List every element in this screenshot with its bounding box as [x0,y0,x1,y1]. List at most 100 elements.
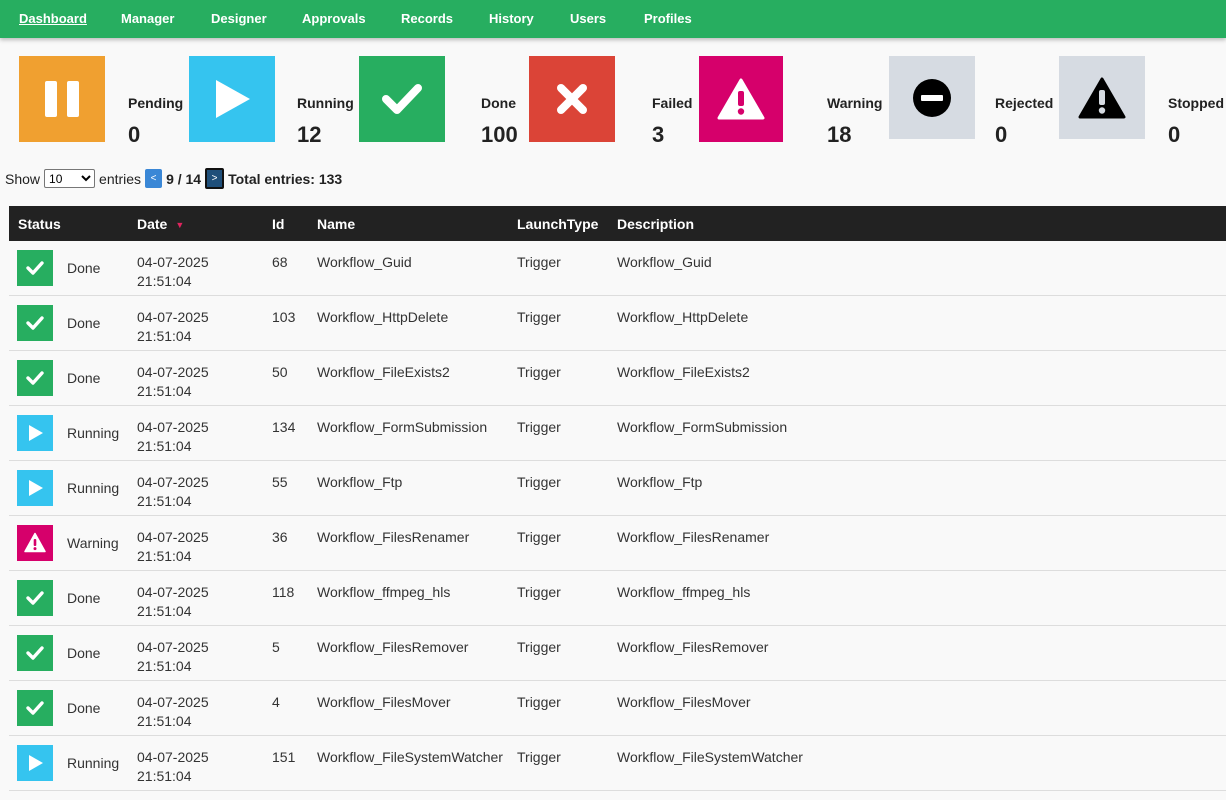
status-text: Done [67,315,101,331]
name-cell[interactable]: Workflow_FileExists2 [317,351,517,406]
nav-approvals[interactable]: Approvals [302,11,366,26]
table-row[interactable]: Done 04-07-2025 21:51:04 5 Workflow_File… [9,626,1226,681]
nav-history[interactable]: History [489,11,534,26]
name-cell[interactable]: Workflow_FormSubmission [317,406,517,461]
table-row[interactable]: Done 04-07-2025 21:51:04 118 Workflow_ff… [9,571,1226,626]
description-cell: Workflow_Ftp [617,474,703,490]
description-cell: Workflow_FormSubmission [617,419,788,435]
status-text: Done [67,590,101,606]
date-cell: 04-07-2025 21:51:04 [137,296,272,351]
nav-manager[interactable]: Manager [121,11,174,26]
date-cell: 04-07-2025 21:51:04 [137,241,272,296]
table-row[interactable]: Done 04-07-2025 21:51:04 103 Workflow_Ht… [9,296,1226,351]
done-card-icon[interactable] [359,56,445,142]
launchtype-cell: Trigger [517,749,561,765]
pause-icon [45,81,79,117]
status-wrapper: Done [9,626,137,680]
id-cell: 103 [272,309,296,325]
status-wrapper: Running [9,736,137,790]
table-row[interactable]: Running 04-07-2025 21:51:04 55 Workflow_… [9,461,1226,516]
nav-dashboard[interactable]: Dashboard [19,11,87,26]
nav-records[interactable]: Records [401,11,453,26]
date-value: 04-07-2025 [137,474,209,490]
alert-triangle-icon [1078,77,1126,118]
date-cell: 04-07-2025 21:51:04 [137,571,272,626]
check-icon [26,591,44,605]
failed-card-icon[interactable] [529,56,615,142]
next-page-button[interactable]: > [205,168,225,189]
name-cell[interactable]: Workflow_Guid [317,241,517,296]
description-cell: Workflow_FilesRemover [617,639,769,655]
status-wrapper: Done [9,241,137,295]
stopped-label: Stopped [1168,95,1224,111]
date-value: 04-07-2025 [137,749,209,765]
header-status[interactable]: Status [9,206,137,241]
status-text: Running [67,755,120,771]
header-name[interactable]: Name [317,206,517,241]
nav-designer[interactable]: Designer [211,11,267,26]
name-cell[interactable]: Workflow_FilesRemover [317,626,517,681]
nav-profiles[interactable]: Profiles [644,11,692,26]
description-cell: Workflow_FileSystemWatcher [617,749,803,765]
date-cell: 04-07-2025 21:51:04 [137,516,272,571]
check-icon [26,701,44,715]
header-date[interactable]: Date ▼ [137,206,272,241]
status-wrapper: Running [9,461,137,515]
table-row[interactable]: Done 04-07-2025 21:51:04 68 Workflow_Gui… [9,241,1226,296]
description-cell: Workflow_FilesRenamer [617,529,770,545]
time-value: 21:51:04 [137,713,192,729]
name-cell[interactable]: Workflow_FilesRenamer [317,516,517,571]
id-cell: 134 [272,419,296,435]
header-description[interactable]: Description [617,206,1226,241]
table-row[interactable]: Done 04-07-2025 21:51:04 50 Workflow_Fil… [9,351,1226,406]
id-cell: 55 [272,474,288,490]
workflow-table: Status Date ▼ Id Name LaunchType Descript… [9,206,1226,791]
status-icon-box [17,525,53,561]
status-text: Done [67,370,101,386]
status-text: Done [67,645,101,661]
header-id[interactable]: Id [272,206,317,241]
status-cell: Done [9,296,137,351]
name-cell[interactable]: Workflow_Ftp [317,461,517,516]
table-body: Done 04-07-2025 21:51:04 68 Workflow_Gui… [9,241,1226,791]
table-row[interactable]: Running 04-07-2025 21:51:04 151 Workflow… [9,736,1226,791]
name-cell[interactable]: Workflow_FilesMover [317,681,517,736]
pending-card-icon[interactable] [19,56,105,142]
description-cell: Workflow_ffmpeg_hls [617,584,751,600]
date-cell: 04-07-2025 21:51:04 [137,461,272,516]
time-value: 21:51:04 [137,273,192,289]
header-launchtype[interactable]: LaunchType [517,206,617,241]
id-cell: 36 [272,529,288,545]
date-value: 04-07-2025 [137,309,209,325]
status-wrapper: Done [9,296,137,350]
description-cell: Workflow_FilesMover [617,694,751,710]
status-text: Running [67,480,120,496]
running-count: 12 [297,122,322,147]
status-cell: Done [9,571,137,626]
table-row[interactable]: Running 04-07-2025 21:51:04 134 Workflow… [9,406,1226,461]
rejected-card-icon[interactable] [889,56,975,139]
pending-count: 0 [128,122,141,147]
name-cell[interactable]: Workflow_ffmpeg_hls [317,571,517,626]
time-value: 21:51:04 [137,768,192,784]
id-cell: 4 [272,694,280,710]
launchtype-cell: Trigger [517,419,561,435]
date-value: 04-07-2025 [137,529,209,545]
warning-card-icon[interactable] [699,56,783,142]
status-wrapper: Done [9,571,137,625]
status-wrapper: Done [9,351,137,405]
nav-users[interactable]: Users [570,11,606,26]
status-icon-box [17,250,53,286]
name-cell[interactable]: Workflow_FileSystemWatcher [317,736,517,791]
table-row[interactable]: Warning 04-07-2025 21:51:04 36 Workflow_… [9,516,1226,571]
name-cell[interactable]: Workflow_HttpDelete [317,296,517,351]
status-icon-box [17,635,53,671]
date-value: 04-07-2025 [137,639,209,655]
launchtype-cell: Trigger [517,474,561,490]
table-row[interactable]: Done 04-07-2025 21:51:04 4 Workflow_File… [9,681,1226,736]
prev-page-button[interactable]: < [145,169,163,188]
running-card-icon[interactable] [189,56,275,142]
entries-per-page-select[interactable]: 10 [44,169,96,188]
check-icon [26,316,44,330]
stopped-card-icon[interactable] [1059,56,1145,139]
